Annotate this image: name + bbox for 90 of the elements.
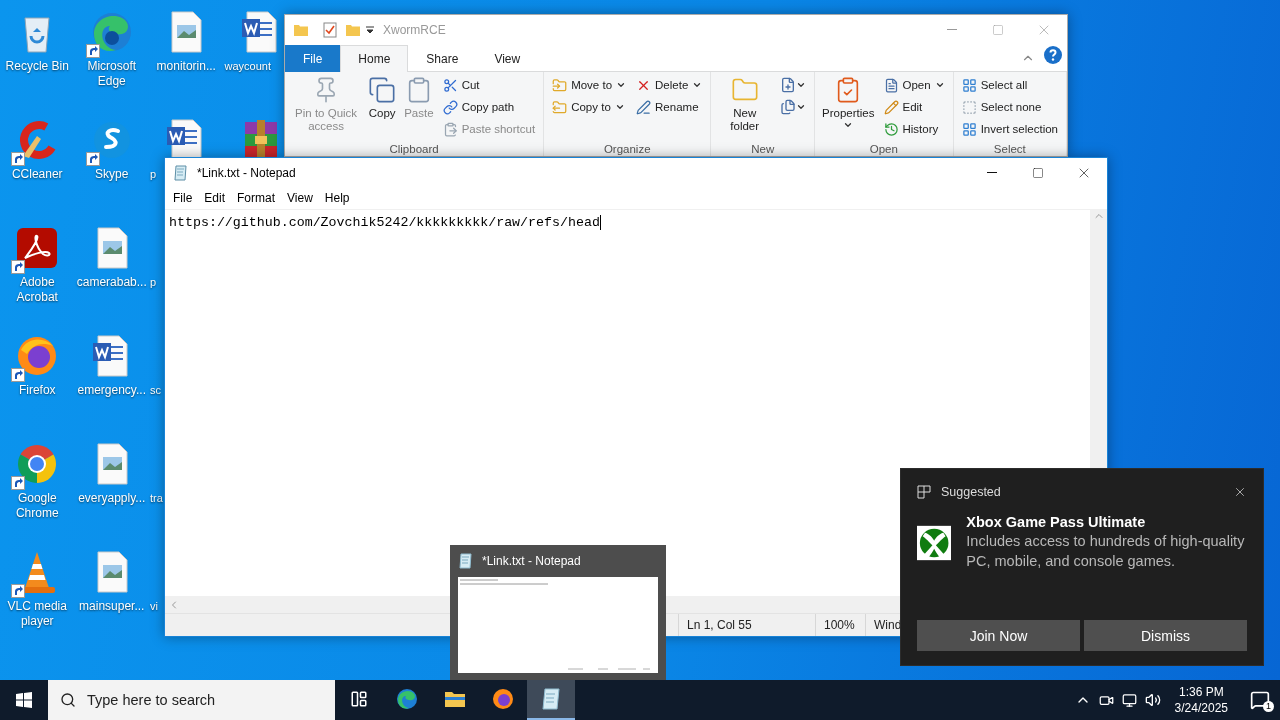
caret-icon: [614, 102, 625, 112]
group-label: Clipboard: [388, 142, 440, 156]
notification-button[interactable]: Dismiss: [1084, 620, 1247, 651]
notification-source: Suggested: [941, 485, 1002, 499]
dashed-square-icon: [961, 99, 977, 115]
document-icon: [883, 77, 899, 93]
caret-icon: [843, 120, 854, 130]
task-view-icon: [350, 690, 368, 708]
caret-icon: [796, 80, 807, 90]
ribbon-tab[interactable]: Share: [408, 45, 477, 72]
minimize-icon: [987, 172, 997, 173]
browser-icon: [395, 687, 419, 711]
search-icon: [60, 692, 76, 708]
suggestion-icon: [917, 485, 931, 499]
ribbon-button[interactable]: Select all: [957, 74, 1062, 96]
clock-date[interactable]: 3/24/2025: [1174, 700, 1228, 716]
help-icon[interactable]: [1043, 45, 1063, 65]
ribbon-button[interactable]: Rename: [632, 96, 707, 118]
checklist-icon: [323, 21, 337, 38]
ribbon-button[interactable]: Invert selection: [957, 118, 1062, 140]
caret-icon: [796, 102, 807, 112]
group-label: Select: [992, 142, 1027, 156]
search-field[interactable]: Type here to search: [48, 680, 335, 720]
ribbon-tab[interactable]: View: [476, 45, 539, 72]
volume-icon[interactable]: [1144, 692, 1161, 708]
ribbon-button[interactable]: Cut: [438, 74, 540, 96]
ribbon-tab[interactable]: Home: [340, 45, 409, 72]
folder-icon: [345, 22, 361, 37]
browser-icon: [491, 687, 515, 711]
ribbon-button[interactable]: Copy path: [438, 96, 540, 118]
ribbon-button[interactable]: Properties: [819, 74, 878, 132]
folder-arrow-icon: [552, 99, 568, 115]
pencil-icon: [883, 99, 899, 115]
ribbon-button[interactable]: Move to: [548, 74, 631, 96]
link-icon: [442, 99, 458, 115]
ribbon-button[interactable]: Open: [879, 74, 949, 96]
copy-icon: [368, 76, 397, 104]
ribbon-button[interactable]: New folder: [715, 74, 775, 135]
menu-item[interactable]: Format: [231, 187, 282, 209]
ribbon-button[interactable]: Copy: [365, 74, 400, 122]
notification-button[interactable]: Join Now: [917, 620, 1080, 651]
menu-item[interactable]: File: [167, 187, 199, 209]
caret-icon: [692, 80, 703, 90]
clipboard-icon: [442, 121, 458, 137]
maximize-icon: [992, 23, 1004, 36]
menu-item[interactable]: Help: [318, 187, 356, 209]
notification-title: Xbox Game Pass Ultimate: [966, 513, 1147, 531]
network-icon[interactable]: [1121, 692, 1137, 708]
menu-item[interactable]: Edit: [198, 187, 232, 209]
group-label: Open: [868, 142, 899, 156]
rename-icon: [636, 99, 652, 115]
group-label: Organize: [602, 142, 652, 156]
status-text: 100%: [815, 614, 865, 636]
ribbon-tab[interactable]: File: [285, 45, 341, 72]
caret-icon: [616, 80, 627, 90]
ribbon-button[interactable]: Copy to: [548, 96, 631, 118]
notification-count: 1: [1263, 701, 1274, 712]
notepad-icon: [458, 553, 474, 569]
windows-logo-icon: [16, 692, 32, 708]
status-text: Ln 1, Col 55: [678, 614, 815, 636]
menu-item[interactable]: View: [281, 187, 319, 209]
window-title: *Link.txt - Notepad: [197, 165, 297, 180]
ribbon-button[interactable]: Select none: [957, 96, 1062, 118]
clock-time[interactable]: 1:36 PM: [1178, 684, 1224, 700]
history-icon: [883, 121, 899, 137]
grid-icon: [961, 77, 977, 93]
action-center-icon[interactable]: [1250, 690, 1270, 710]
taskbar-app[interactable]: [527, 680, 575, 720]
ribbon-button[interactable]: History: [879, 118, 949, 140]
minimize-icon: [947, 29, 957, 30]
notification-message: Includes access to hundreds of high-quality PC, mobile, and console games.: [966, 532, 1246, 571]
close-icon[interactable]: [1233, 485, 1247, 499]
dropdown-icon[interactable]: [365, 24, 375, 35]
grid-icon: [961, 121, 977, 137]
window-preview[interactable]: *Link.txt - Notepad: [450, 545, 666, 680]
notepad-icon: [539, 687, 563, 711]
folder-arrow-icon: [552, 77, 568, 93]
new-file-icon: [780, 77, 797, 93]
maximize-icon: [1032, 166, 1044, 179]
notepad-icon: [173, 164, 189, 181]
caret-icon: [934, 80, 945, 90]
scissors-icon: [442, 77, 458, 93]
folder-icon: [293, 22, 309, 37]
preview-title: *Link.txt - Notepad: [482, 554, 581, 568]
files-icon: [780, 99, 797, 115]
group-label: New: [750, 142, 776, 156]
ribbon-button[interactable]: Delete: [632, 74, 707, 96]
window-title: XwormRCE: [383, 22, 447, 37]
text-content[interactable]: https://github.com/Zovchik5242/kkkkkkkkk/raw/refs/head: [169, 215, 601, 230]
ribbon-button[interactable]: Edit: [879, 96, 949, 118]
